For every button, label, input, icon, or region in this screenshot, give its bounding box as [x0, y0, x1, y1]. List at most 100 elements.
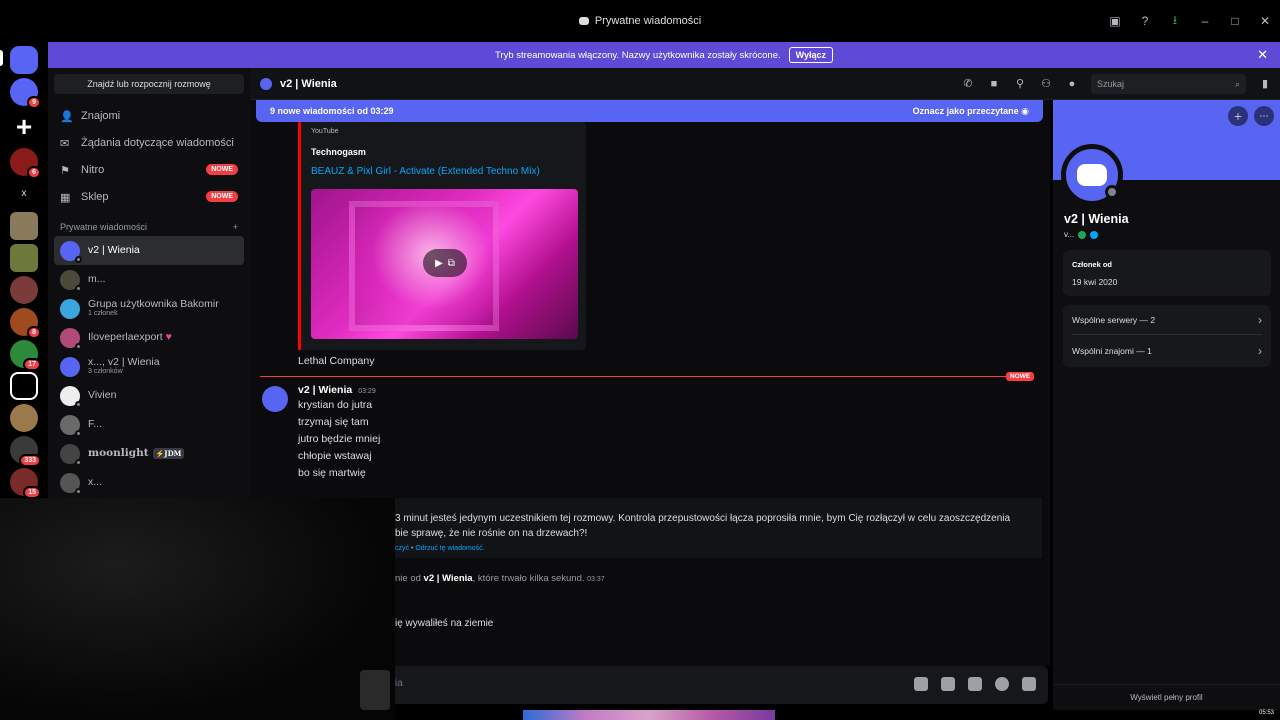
chevron-right-icon: › [1258, 344, 1262, 358]
nav-shop[interactable]: ▦ Sklep NOWE [48, 183, 250, 210]
dm-name: m... [88, 272, 106, 285]
add-friend-icon[interactable]: ＋ [1228, 106, 1248, 126]
disable-streamer-button[interactable]: Wyłącz [788, 47, 833, 63]
title-bar: Prywatne wiadomości ▣ ? ⭳ – □ ✕ [0, 0, 1280, 42]
discord-logo-icon [578, 17, 589, 25]
user-profile-icon[interactable]: ● [1065, 77, 1079, 91]
dm-item[interactable]: m... [54, 265, 244, 294]
dm-name: moonlight [88, 446, 149, 459]
server-icon[interactable] [10, 404, 38, 432]
system-links: czyć • Odrzuć tę wiadomość. [395, 545, 485, 552]
dm-item[interactable]: F... [54, 410, 244, 439]
dm-item[interactable]: x..., v2 | Wienia 3 członków [54, 352, 244, 381]
add-friends-icon[interactable]: ⚇ [1039, 77, 1053, 91]
server-icon[interactable] [10, 276, 38, 304]
dm-item[interactable]: moonlight ⚡JDM [54, 439, 244, 468]
group-avatar [60, 356, 80, 377]
server-icon[interactable]: 17 [10, 340, 41, 371]
mutual-servers-row[interactable]: Wspólne serwery — 2 › [1072, 305, 1262, 335]
view-full-profile-link[interactable]: Wyświetl pełny profil [1053, 684, 1280, 702]
activities-icon[interactable] [1022, 677, 1036, 691]
dm-item[interactable]: Vivien [54, 381, 244, 410]
avatar [60, 385, 82, 408]
call-suffix: , które trwało kilka sekund. [472, 573, 585, 584]
new-messages-bar[interactable]: 9 nowe wiadomości od 03:29 Oznacz jako p… [256, 100, 1043, 122]
gift-icon[interactable] [914, 677, 928, 691]
embed-title-link[interactable]: BEAUZ & Pixl Girl - Activate (Extended T… [311, 166, 540, 177]
member-since-card: Członek od 19 kwi 2020 [1063, 250, 1271, 296]
add-server-icon[interactable]: + [10, 113, 38, 142]
dm-item[interactable]: x... [54, 468, 244, 497]
message-author[interactable]: v2 | Wienia [298, 384, 352, 396]
server-icon[interactable]: 6 [10, 148, 41, 179]
dm-name: Vivien [88, 388, 117, 401]
message-line: chłopie wstawaj [298, 450, 372, 462]
inbox-icon[interactable]: ▮ [1258, 77, 1272, 91]
new-badge: NOWE [206, 164, 238, 175]
video-call-icon[interactable]: ■ [987, 77, 1001, 91]
mark-read-button[interactable]: Oznacz jako przeczytane ◉ [913, 106, 1029, 117]
server-icon[interactable]: 15 [10, 468, 41, 499]
nav-label: Nitro [81, 163, 105, 176]
streamer-mode-banner: Tryb streamowania włączony. Nazwy użytko… [48, 42, 1280, 68]
profile-actions: ＋ ⋯ [1228, 106, 1274, 126]
find-conversation-button[interactable]: Znajdź lub rozpocznij rozmowę [54, 74, 244, 94]
dm-name: x... [88, 475, 103, 488]
search-input[interactable]: Szukaj ⌕ [1091, 74, 1246, 94]
system-line: bie sprawę, że nie rośnie on na drzewach… [395, 527, 588, 539]
embed-author[interactable]: Technogasm [311, 147, 366, 157]
nav-nitro[interactable]: ⚑ Nitro NOWE [48, 156, 250, 183]
emoji-icon[interactable] [995, 677, 1009, 691]
profile-avatar[interactable] [1061, 144, 1123, 206]
banner-close-icon[interactable]: ✕ [1257, 47, 1268, 63]
status-dot [75, 255, 82, 263]
server-icon[interactable]: 333 [10, 436, 41, 467]
minimize-button[interactable]: – [1190, 6, 1220, 36]
nav-friends[interactable]: 👤 Znajomi [48, 102, 250, 129]
server-icon[interactable] [10, 212, 38, 240]
screen-share-icon[interactable]: ▣ [1100, 6, 1130, 36]
dm-item[interactable]: Iloveperlaexport ♥ [54, 323, 244, 352]
dismiss-message-link[interactable]: Odrzuć tę wiadomość. [415, 545, 484, 552]
chat-area: 9 nowe wiadomości od 03:29 Oznacz jako p… [250, 100, 1050, 498]
create-dm-icon[interactable]: + [233, 222, 238, 232]
system-link[interactable]: czyć [395, 545, 409, 552]
help-icon[interactable]: ? [1130, 6, 1160, 36]
pin-icon[interactable]: ⚲ [1013, 77, 1027, 91]
jdm-tag: ⚡JDM [152, 447, 185, 459]
download-icon[interactable]: ⭳ [1160, 6, 1190, 36]
more-options-icon[interactable]: ⋯ [1254, 106, 1274, 126]
dm-item[interactable]: v2 | Wienia [54, 236, 244, 265]
call-icon[interactable]: ✆ [961, 77, 975, 91]
server-icon[interactable]: 8 [10, 308, 41, 339]
window-controls: ▣ ? ⭳ – □ ✕ [1100, 0, 1280, 42]
play-button[interactable]: ▶ ⧉ [423, 249, 467, 277]
call-user[interactable]: v2 | Wienia [424, 573, 473, 584]
composer-tools [914, 677, 1036, 691]
rail-selected-pill [0, 50, 3, 66]
dm-name: F... [88, 417, 103, 430]
sticker-icon[interactable] [968, 677, 982, 691]
taskbar-apps[interactable] [523, 710, 775, 720]
gif-icon[interactable] [941, 677, 955, 691]
server-x[interactable]: x [10, 180, 38, 208]
maximize-button[interactable]: □ [1220, 6, 1250, 36]
home-button[interactable] [10, 46, 38, 74]
mutual-friends-row[interactable]: Wspólni znajomi — 1 › [1072, 336, 1262, 366]
server-icon[interactable] [10, 372, 38, 400]
webcam-overlay [0, 498, 395, 720]
avatar [60, 443, 82, 466]
server-icon[interactable] [10, 244, 38, 272]
status-dot [1105, 185, 1119, 199]
search-icon: ⌕ [1234, 78, 1240, 89]
mark-read-label: Oznacz jako przeczytane [912, 105, 1019, 116]
close-window-button[interactable]: ✕ [1250, 6, 1280, 36]
dm-item[interactable]: Grupa użytkownika Bakomir 1 członek [54, 294, 244, 323]
video-thumbnail[interactable]: ▶ ⧉ [311, 189, 578, 339]
mutual-friends-label: Wspólni znajomi — 1 [1072, 346, 1152, 356]
server-dm-avatar[interactable]: 9 [10, 78, 41, 109]
avatar[interactable] [262, 386, 288, 412]
nav-message-requests[interactable]: ✉ Żądania dotyczące wiadomości [48, 129, 250, 156]
youtube-embed: YouTube Technogasm BEAUZ & Pixl Girl - A… [298, 122, 586, 350]
status-dot [75, 429, 82, 437]
